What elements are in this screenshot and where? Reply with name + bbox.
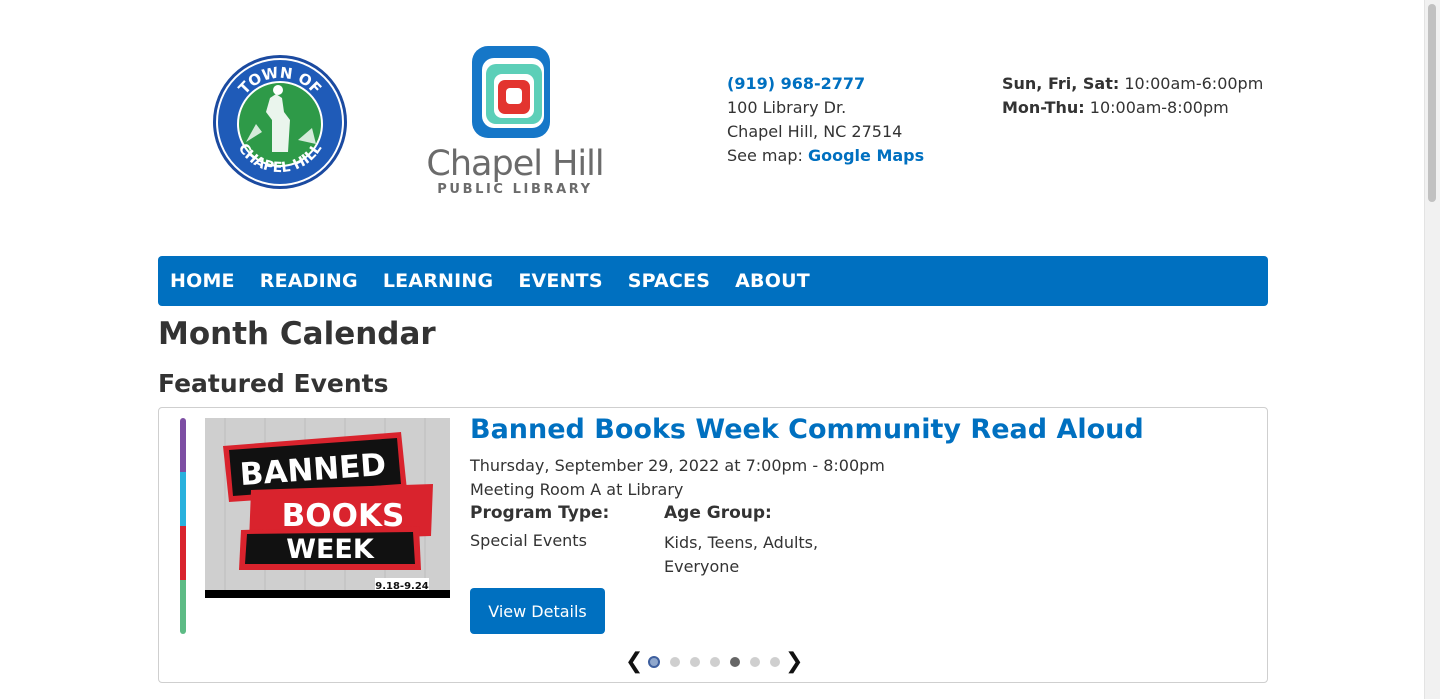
hours-row: Mon-Thu: 10:00am-8:00pm — [1002, 96, 1263, 120]
carousel-dot[interactable] — [730, 657, 740, 667]
event-title-link[interactable]: Banned Books Week Community Read Aloud — [470, 414, 1144, 445]
featured-event-card: BANNED BOOKS WEEK 9.18-9.24 Banned Books… — [158, 407, 1268, 683]
stripe-segment-green — [180, 580, 186, 634]
library-subtitle: PUBLIC LIBRARY — [437, 182, 593, 197]
google-maps-link[interactable]: Google Maps — [808, 146, 924, 165]
hours-days: Mon-Thu: — [1002, 98, 1085, 117]
scrollbar-thumb[interactable] — [1428, 4, 1436, 202]
nav-about[interactable]: ABOUT — [735, 270, 810, 292]
library-hours: Sun, Fri, Sat: 10:00am-6:00pm Mon-Thu: 1… — [1002, 72, 1263, 120]
address-line2: Chapel Hill, NC 27514 — [727, 122, 903, 141]
nav-home[interactable]: HOME — [170, 270, 235, 292]
address-line1: 100 Library Dr. — [727, 98, 847, 117]
nav-learning[interactable]: LEARNING — [383, 270, 494, 292]
map-label: See map: — [727, 146, 803, 165]
carousel-dot[interactable] — [750, 657, 760, 667]
stripe-segment-blue — [180, 472, 186, 526]
town-seal-icon[interactable]: TOWN OF CHAPEL HILL — [212, 54, 348, 190]
nav-events[interactable]: EVENTS — [518, 270, 602, 292]
chevron-left-icon[interactable]: ❮ — [625, 651, 643, 673]
phone-link[interactable]: (919) 968-2777 — [727, 74, 865, 93]
program-type-value: Special Events — [470, 531, 587, 550]
chevron-right-icon[interactable]: ❯ — [785, 651, 803, 673]
contact-info: (919) 968-2777 100 Library Dr. Chapel Hi… — [727, 72, 924, 168]
hours-time: 10:00am-8:00pm — [1089, 98, 1229, 117]
event-image[interactable]: BANNED BOOKS WEEK 9.18-9.24 — [205, 418, 450, 598]
carousel-dot[interactable] — [770, 657, 780, 667]
carousel-dot[interactable] — [710, 657, 720, 667]
hours-time: 10:00am-6:00pm — [1124, 74, 1264, 93]
carousel-dot[interactable] — [690, 657, 700, 667]
hours-row: Sun, Fri, Sat: 10:00am-6:00pm — [1002, 72, 1263, 96]
page-title: Month Calendar — [158, 316, 436, 352]
banned-books-week-graphic: BANNED BOOKS WEEK 9.18-9.24 — [205, 418, 450, 598]
carousel-dot[interactable] — [670, 657, 680, 667]
program-type-label: Program Type: — [470, 503, 610, 523]
hours-days: Sun, Fri, Sat: — [1002, 74, 1120, 93]
library-name: Chapel Hill — [426, 144, 604, 184]
stripe-segment-purple — [180, 418, 186, 472]
nav-reading[interactable]: READING — [260, 270, 358, 292]
featured-events-heading: Featured Events — [158, 369, 389, 398]
event-location: Meeting Room A at Library — [470, 480, 684, 499]
age-group-label: Age Group: — [664, 503, 772, 523]
stripe-segment-red — [180, 526, 186, 580]
event-datetime: Thursday, September 29, 2022 at 7:00pm -… — [470, 456, 885, 475]
nav-spaces[interactable]: SPACES — [628, 270, 710, 292]
carousel-pager: ❮ ❯ — [625, 651, 803, 673]
library-logo[interactable]: Chapel Hill PUBLIC LIBRARY — [420, 44, 610, 200]
age-group-value: Kids, Teens, Adults, Everyone — [664, 533, 819, 576]
view-details-button[interactable]: View Details — [470, 588, 605, 634]
library-logo-icon — [472, 46, 550, 138]
svg-text:WEEK: WEEK — [286, 534, 375, 565]
category-color-stripe — [180, 418, 186, 634]
main-nav: HOME READING LEARNING EVENTS SPACES ABOU… — [158, 256, 1268, 306]
page-scrollbar[interactable] — [1424, 0, 1440, 699]
carousel-dot[interactable] — [648, 656, 660, 668]
